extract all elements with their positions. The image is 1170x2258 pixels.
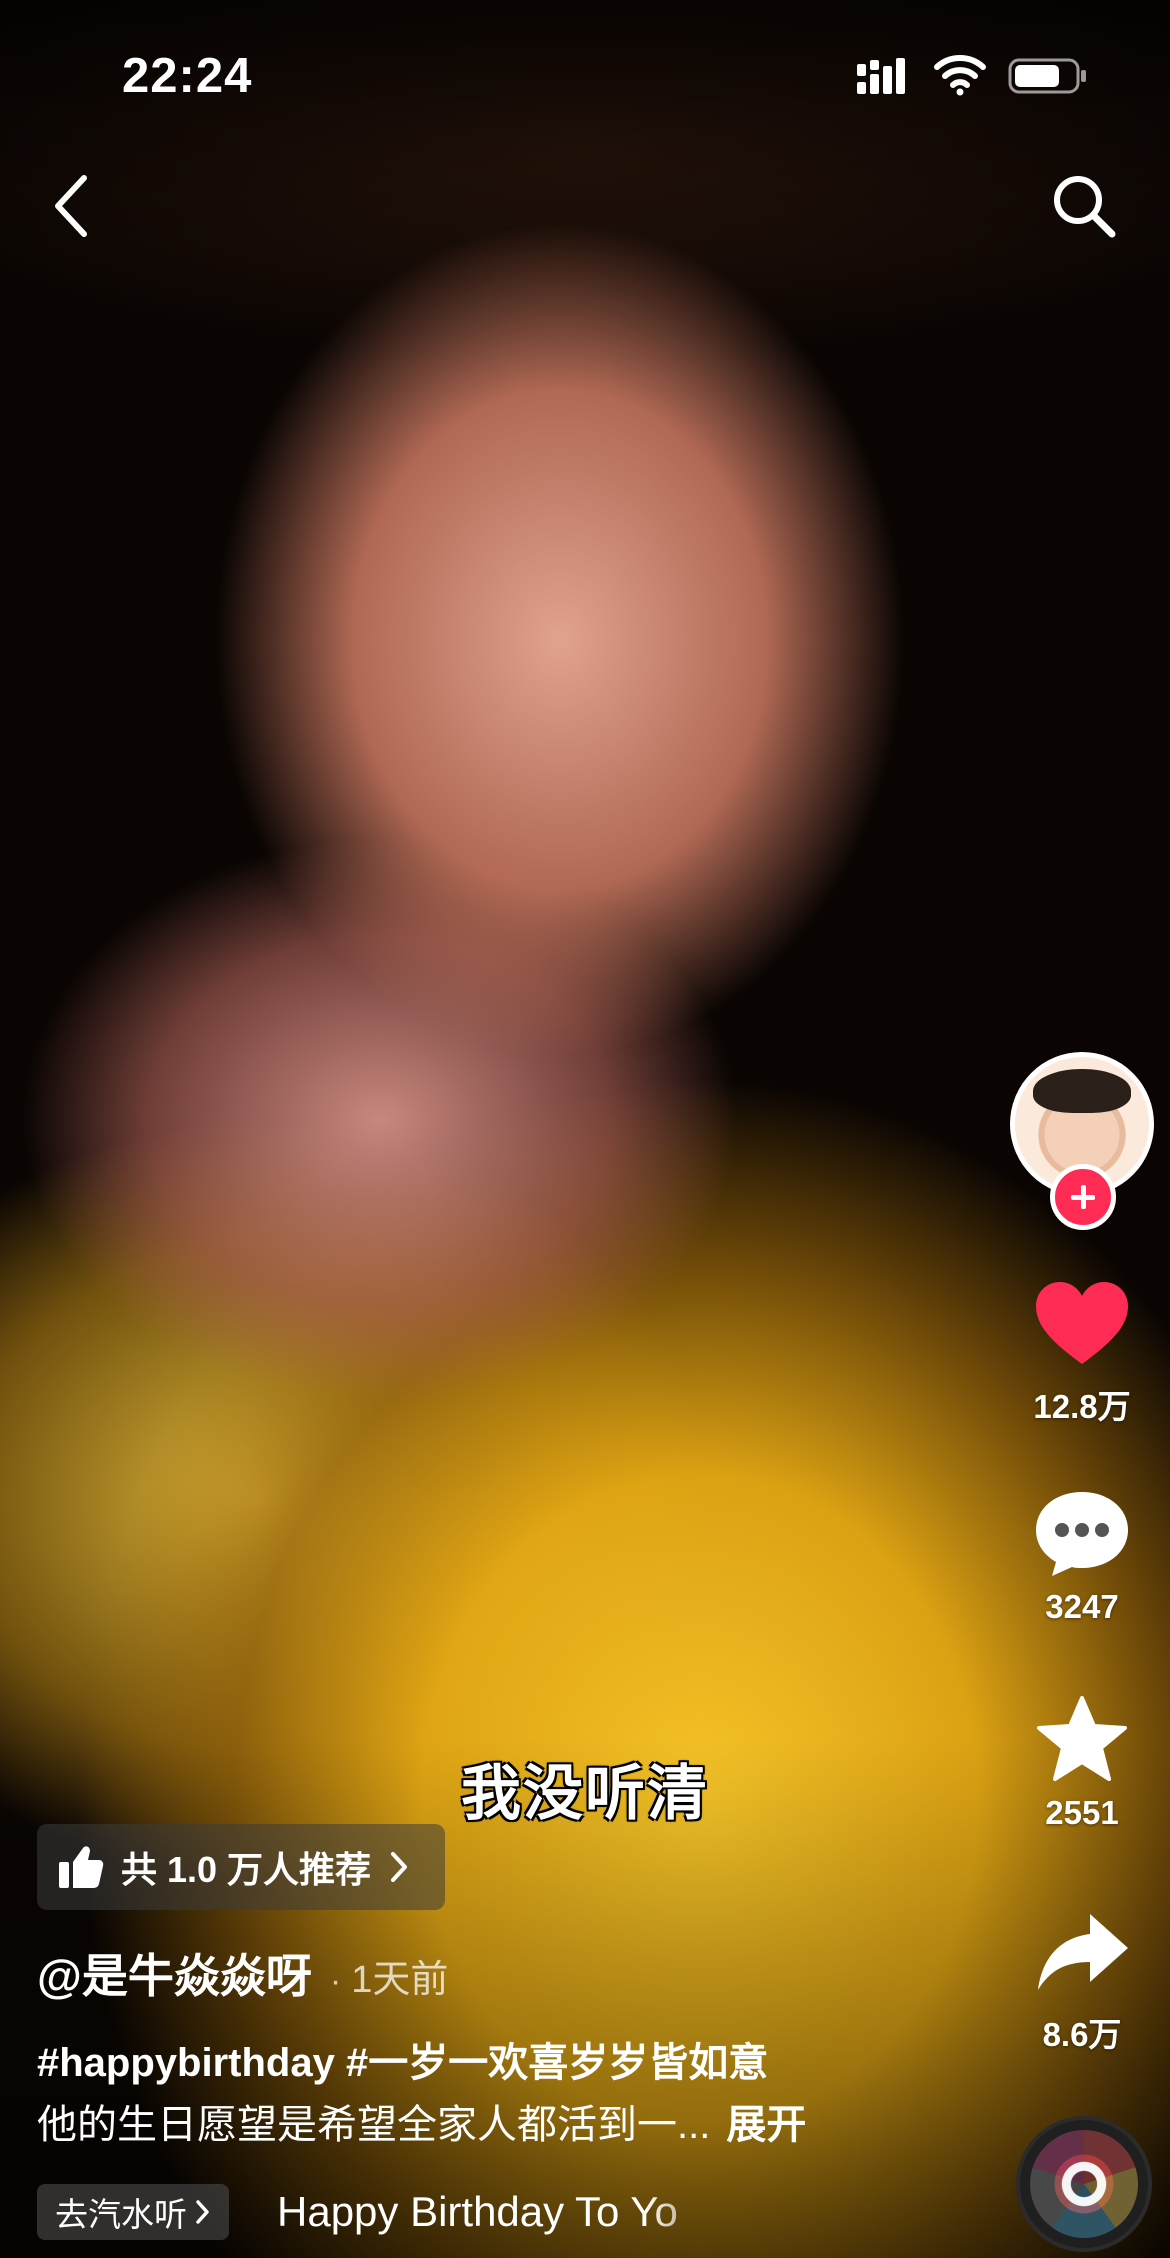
chevron-right-icon [391,1852,408,1882]
follow-button[interactable] [1050,1164,1116,1230]
like-count: 12.8万 [1033,1388,1131,1425]
separator-dot: · [329,1962,342,2000]
recommend-label: 共 1.0 万人推荐 [121,1849,372,1890]
recommend-pill[interactable]: 共 1.0 万人推荐 [37,1824,445,1910]
author-name[interactable]: @是牛焱焱呀 [37,1940,312,2006]
like-button[interactable]: 12.8万 [1010,1280,1154,1428]
post-caption: 他的生日愿望是希望全家人都活到一... 展开 [37,2092,806,2150]
status-bar: 22:24 [0,0,1170,150]
status-time: 22:24 [122,49,253,103]
share-arrow-icon [1038,1914,1128,1990]
battery-icon [1008,58,1086,94]
share-count: 8.6万 [1042,2016,1122,2053]
listen-in-app-button[interactable]: 去汽水听 [37,2184,229,2240]
heart-icon [1036,1282,1128,1364]
share-button[interactable]: 8.6万 [1010,1908,1154,2056]
search-button[interactable] [1048,170,1120,242]
cellular-signal-icon [857,58,905,94]
expand-button[interactable]: 展开 [726,2103,806,2147]
thumbs-up-icon [59,1846,104,1888]
chevron-left-icon [55,175,87,237]
comment-icon [1036,1492,1128,1576]
music-title[interactable]: Happy Birthday To Yo [277,2188,737,2236]
post-time: 1天前 [351,1959,449,2001]
music-row: 去汽水听 Happy Birthday To Yo [37,2184,737,2240]
chevron-right-icon [196,2200,209,2224]
avatar-hair [1033,1069,1131,1113]
wifi-icon [934,55,986,96]
author-line: @是牛焱焱呀 · 1天前 [37,1940,448,2006]
back-button[interactable] [44,170,98,242]
video-subtitle: 我没听清 [461,1760,709,1827]
comment-count: 3247 [1045,1588,1119,1625]
caption-text: 他的生日愿望是希望全家人都活到一... [37,2103,711,2147]
post-hashtags[interactable]: #happybirthday #一岁一欢喜岁岁皆如意 [37,2030,768,2088]
search-icon [1054,176,1116,238]
comment-button[interactable]: 3247 [1010,1488,1154,1626]
music-disc[interactable] [1016,2116,1152,2252]
listen-in-app-label: 去汽水听 [55,2196,187,2233]
